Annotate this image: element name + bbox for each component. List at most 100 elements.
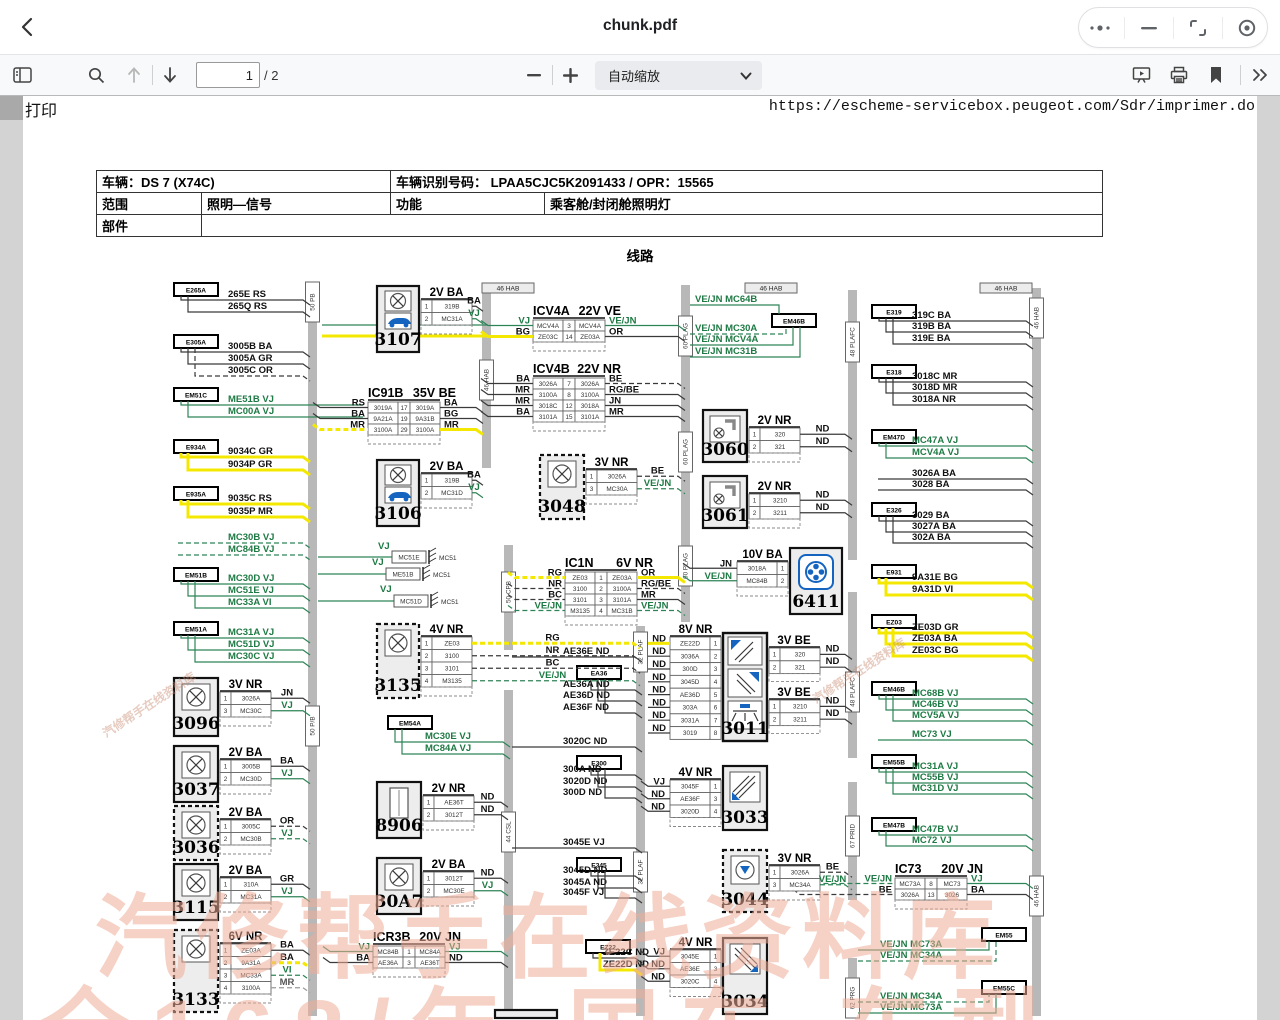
svg-text:3034: 3034 <box>721 992 768 1012</box>
svg-text:AE36E: AE36E <box>680 966 700 973</box>
component-30A7: 30A72V BA13012TND2MC30EVJ <box>375 858 508 914</box>
component-3096: 30963V NR13026AJN3MC30CVJ <box>172 678 310 736</box>
svg-text:3100A: 3100A <box>613 586 632 593</box>
svg-text:4V NR: 4V NR <box>430 624 465 636</box>
svg-text:3210: 3210 <box>793 704 808 711</box>
svg-text:3: 3 <box>407 960 411 967</box>
svg-text:48 PLAFC: 48 PLAFC <box>850 327 857 357</box>
svg-text:MC51E VJ: MC51E VJ <box>228 585 274 596</box>
svg-text:3101A: 3101A <box>581 414 600 421</box>
search-icon[interactable] <box>82 61 110 89</box>
svg-text:BG: BG <box>444 409 458 420</box>
splice-EM55: EM55VE/JN MC73AVE/JN MC34A <box>858 928 1026 961</box>
next-page-icon[interactable] <box>156 61 184 89</box>
svg-text:MC30E VJ: MC30E VJ <box>425 731 471 742</box>
svg-text:MC33A VI: MC33A VI <box>228 597 271 608</box>
svg-text:1: 1 <box>224 824 228 831</box>
svg-text:9A31D VI: 9A31D VI <box>912 584 953 595</box>
component-3115: 31152V BA1310AGR2MC31AVJ <box>172 864 310 920</box>
svg-text:ND: ND <box>816 423 830 434</box>
svg-text:ND: ND <box>652 723 666 734</box>
svg-text:3026A: 3026A <box>242 696 261 703</box>
svg-text:EM47D: EM47D <box>883 435 905 442</box>
svg-text:VJ: VJ <box>380 584 392 595</box>
svg-text:9034C GR: 9034C GR <box>228 446 273 457</box>
svg-text:VE/JN MC31B: VE/JN MC31B <box>695 346 757 357</box>
svg-text:3045D: 3045D <box>681 679 700 686</box>
svg-text:E934A: E934A <box>186 445 206 452</box>
page-number-input[interactable] <box>196 62 260 88</box>
zoom-out-icon[interactable] <box>520 61 548 89</box>
svg-text:3019: 3019 <box>683 730 698 737</box>
svg-text:4: 4 <box>714 979 718 986</box>
more-options-icon[interactable] <box>1083 13 1117 43</box>
component-3107: 31072V BA1319BBA2MC31AVJ <box>374 286 483 352</box>
presentation-mode-icon[interactable] <box>1127 61 1155 89</box>
svg-text:3036A: 3036A <box>681 653 700 660</box>
svg-text:EM47B: EM47B <box>883 823 905 830</box>
svg-text:3036: 3036 <box>172 838 219 858</box>
svg-text:MC84B: MC84B <box>377 949 398 956</box>
svg-text:VJ: VJ <box>281 828 293 839</box>
component-3106: 31062V BA1319BBA2MC31DVJ <box>374 460 483 526</box>
minimize-icon[interactable] <box>1132 13 1166 43</box>
zoom-in-icon[interactable] <box>556 61 584 89</box>
svg-text:ZE03D GR: ZE03D GR <box>912 622 959 633</box>
svg-text:ZE03C: ZE03C <box>538 334 558 341</box>
svg-text:2: 2 <box>224 836 228 843</box>
svg-text:2: 2 <box>425 653 429 660</box>
connector-IC1N: IC1N6V NRZE031ZE03ARGOR310023100ANRRG/BE… <box>508 556 685 625</box>
svg-text:320: 320 <box>775 432 786 439</box>
svg-text:MC30B VJ: MC30B VJ <box>228 532 274 543</box>
print-icon[interactable] <box>1165 61 1193 89</box>
svg-text:3048: 3048 <box>538 497 585 517</box>
more-tools-icon[interactable] <box>1246 61 1274 89</box>
svg-text:3101A: 3101A <box>539 414 558 421</box>
svg-text:MC30E: MC30E <box>443 888 464 895</box>
scope-label: 范围 <box>97 193 202 215</box>
svg-text:ND: ND <box>816 436 830 447</box>
bus-tag: 46 HAB <box>980 283 1032 293</box>
svg-text:RG/BE: RG/BE <box>641 579 671 590</box>
svg-text:2: 2 <box>781 578 785 585</box>
svg-text:EM55B: EM55B <box>883 760 905 767</box>
svg-text:9A31E BG: 9A31E BG <box>912 572 958 583</box>
svg-text:3V BE: 3V BE <box>777 687 811 699</box>
svg-text:3020D ND: 3020D ND <box>563 776 607 787</box>
svg-text:319B: 319B <box>445 304 460 311</box>
svg-text:319B: 319B <box>445 478 460 485</box>
svg-text:8V NR: 8V NR <box>679 624 714 636</box>
svg-text:3044: 3044 <box>721 890 768 910</box>
svg-text:3045E VJ: 3045E VJ <box>563 837 605 848</box>
record-icon[interactable] <box>1230 13 1264 43</box>
svg-text:60 PLAG: 60 PLAG <box>683 439 690 465</box>
save-bookmark-icon[interactable] <box>1202 61 1230 89</box>
svg-text:MC31D VJ: MC31D VJ <box>912 783 958 794</box>
svg-text:46 HAB: 46 HAB <box>484 369 491 391</box>
zoom-select[interactable]: 自动缩放 <box>595 61 762 90</box>
svg-text:ZE22D: ZE22D <box>680 641 700 648</box>
svg-text:ZE03A: ZE03A <box>612 575 632 582</box>
component-3060: 30602V NR1320ND2321ND <box>701 410 852 462</box>
wiring-diagram: 50 PB50 P/B46 HAB50 CPB44 CSL32 PLAF32 P… <box>90 275 1180 1020</box>
svg-text:EM51B: EM51B <box>185 573 207 580</box>
connector-ICV4B: ICV4B22V NR3026A73026ABABE3100A83100AMRR… <box>481 362 685 431</box>
svg-text:VJ: VJ <box>468 308 480 319</box>
svg-text:AE36F: AE36F <box>680 796 700 803</box>
sidebar-toggle-icon[interactable] <box>8 61 36 89</box>
svg-text:46 HAB: 46 HAB <box>497 286 520 293</box>
svg-text:RS: RS <box>352 398 365 409</box>
restore-icon[interactable] <box>1181 13 1215 43</box>
svg-text:3115: 3115 <box>172 898 219 918</box>
svg-text:MC47A VJ: MC47A VJ <box>912 435 958 446</box>
svg-text:67 PRID: 67 PRID <box>850 824 857 849</box>
svg-text:1: 1 <box>714 641 718 648</box>
splice-EM55B: EM55BMC31A VJMC55B VJMC31D VJ <box>872 755 1033 799</box>
previous-page-icon[interactable] <box>120 61 148 89</box>
svg-text:ND: ND <box>826 695 840 706</box>
svg-text:3045D ND: 3045D ND <box>563 865 607 876</box>
svg-text:AE36D ND: AE36D ND <box>563 690 610 701</box>
svg-text:4: 4 <box>714 809 718 816</box>
svg-text:AE36T: AE36T <box>444 800 464 807</box>
svg-text:VE/JN: VE/JN <box>539 670 567 681</box>
